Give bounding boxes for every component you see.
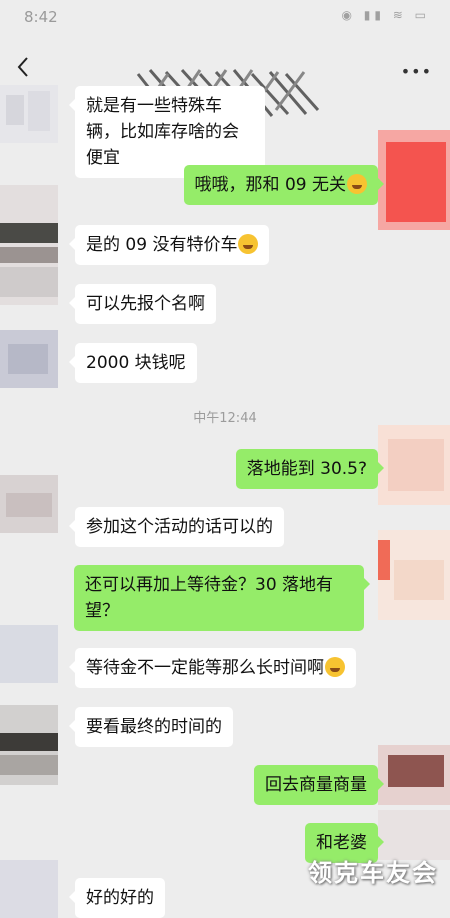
- thinking-emoji-icon: [347, 174, 367, 194]
- timestamp-divider: 中午12:44: [193, 411, 257, 426]
- message-bubble-incoming[interactable]: 等待金不一定能等那么长时间啊: [69, 648, 356, 688]
- status-bar: 8:42 ◉ ▮▮ ≋ ▭: [0, 0, 450, 34]
- message-text: 可以先报个名啊: [86, 294, 205, 314]
- watermark: 领克车友会: [308, 859, 438, 887]
- message-bubble-outgoing[interactable]: 落地能到 30.5?: [235, 449, 385, 489]
- message-bubble-incoming[interactable]: 可以先报个名啊: [69, 284, 216, 324]
- avatar[interactable]: [0, 475, 58, 533]
- more-icon[interactable]: •••: [401, 62, 432, 81]
- message-text: 还可以再加上等待金？30 落地有望？: [85, 575, 334, 621]
- message-bubble-incoming[interactable]: 2000 块钱呢: [69, 343, 197, 383]
- avatar[interactable]: [0, 330, 58, 388]
- avatar[interactable]: [378, 425, 450, 505]
- message-text: 要看最终的时间的: [86, 717, 222, 737]
- message-bubble-incoming[interactable]: 要看最终的时间的: [69, 707, 233, 747]
- message-text: 等待金不一定能等那么长时间啊: [86, 658, 324, 678]
- message-text: 落地能到 30.5?: [246, 459, 367, 479]
- message-text: 回去商量商量: [265, 775, 367, 795]
- message-bubble-incoming[interactable]: 好的好的: [69, 878, 165, 918]
- message-text: 好的好的: [86, 888, 154, 908]
- laughing-emoji-icon: [325, 657, 345, 677]
- message-bubble-outgoing[interactable]: 哦哦，那和 09 无关: [183, 165, 385, 205]
- avatar[interactable]: [378, 530, 450, 620]
- avatar[interactable]: [0, 860, 58, 918]
- avatar[interactable]: [378, 745, 450, 805]
- avatar[interactable]: [378, 130, 450, 230]
- message-bubble-incoming[interactable]: 是的 09 没有特价车: [68, 225, 270, 265]
- message-text: 哦哦，那和 09 无关: [194, 175, 346, 195]
- message-text: 是的 09 没有特价车: [86, 235, 238, 255]
- chevron-left-icon[interactable]: [12, 50, 36, 84]
- laughing-emoji-icon: [238, 234, 259, 254]
- status-time: 8:42: [24, 8, 58, 26]
- message-bubble-incoming[interactable]: 参加这个活动的话可以的: [69, 507, 284, 547]
- message-bubble-outgoing[interactable]: 回去商量商量: [254, 765, 384, 805]
- avatar[interactable]: [0, 185, 58, 305]
- status-icons: ◉ ▮▮ ≋ ▭: [341, 8, 430, 22]
- message-bubble-outgoing[interactable]: 还可以再加上等待金？30 落地有望？: [74, 565, 370, 631]
- avatar[interactable]: [0, 705, 58, 785]
- message-text: 参加这个活动的话可以的: [86, 517, 273, 537]
- message-text: 2000 块钱呢: [86, 353, 186, 373]
- nav-bar: •••: [0, 44, 450, 118]
- avatar[interactable]: [0, 625, 58, 683]
- avatar[interactable]: [0, 85, 58, 143]
- message-text: 就是有一些特殊车辆，比如库存啥的会便宜: [86, 96, 239, 168]
- message-text: 和老婆: [316, 833, 367, 853]
